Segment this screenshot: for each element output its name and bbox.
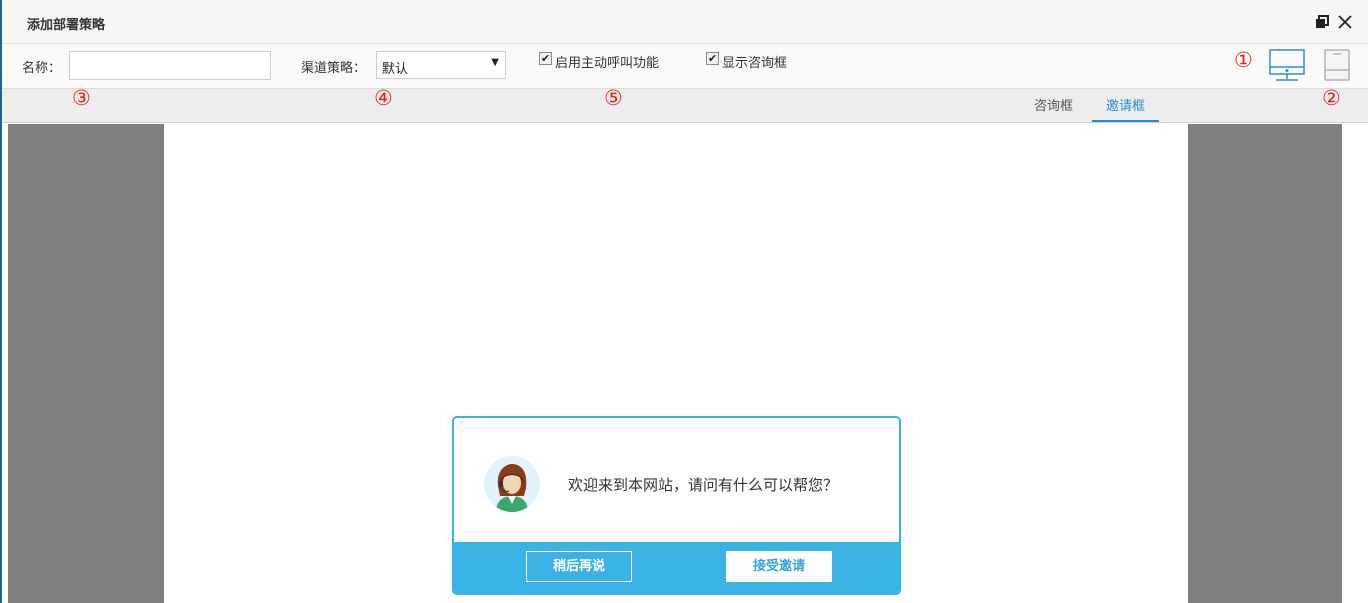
invite-message: 欢迎来到本网站，请问有什么可以帮您？ (568, 476, 839, 494)
window-title: 添加部署策略 (27, 18, 106, 33)
invite-dialog: 欢迎来到本网站，请问有什么可以帮您？ 稍后再说 接受邀请 (452, 416, 901, 595)
dropdown-arrow-icon: ▼ (491, 57, 499, 68)
preview-page: 欢迎来到本网站，请问有什么可以帮您？ 稍后再说 接受邀请 (164, 124, 1188, 603)
preview-area: 欢迎来到本网站，请问有什么可以帮您？ 稍后再说 接受邀请 (8, 124, 1342, 603)
marker-3: ③ (72, 86, 91, 110)
later-button[interactable]: 稍后再说 (526, 551, 632, 582)
marker-1: ① (1234, 48, 1253, 72)
invite-dialog-footer: 稍后再说 接受邀请 (454, 542, 899, 593)
channel-label: 渠道策略： (301, 61, 367, 76)
name-label: 名称： (22, 61, 62, 76)
marker-4: ④ (374, 86, 393, 110)
proactive-label: 启用主动呼叫功能 (555, 56, 660, 71)
mobile-icon[interactable] (1322, 48, 1352, 86)
toolbar: 名称： 渠道策略： 默认 ▼ ✔ 启用主动呼叫功能 ✔ 显示咨询框 ① (2, 44, 1368, 89)
proactive-checkbox[interactable]: ✔ (539, 52, 552, 65)
title-bar: 添加部署策略 (2, 0, 1368, 44)
preview-right-margin (1342, 124, 1368, 603)
tab-invite[interactable]: 邀请框 (1092, 95, 1160, 122)
agent-avatar (484, 456, 540, 512)
preview-tabs-bar: ③ ④ ⑤ 咨询框 邀请框 ② (2, 86, 1368, 123)
marker-5: ⑤ (604, 86, 623, 110)
tab-consult[interactable]: 咨询框 (1020, 95, 1087, 120)
marker-2: ② (1322, 86, 1341, 110)
show-consult-checkbox[interactable]: ✔ (706, 52, 719, 65)
channel-select-value: 默认 (382, 62, 409, 77)
close-icon[interactable] (1335, 12, 1355, 32)
desktop-icon[interactable] (1268, 48, 1306, 86)
accept-invite-button[interactable]: 接受邀请 (726, 551, 832, 582)
channel-select[interactable]: 默认 ▼ (376, 51, 506, 79)
restore-window-icon[interactable] (1312, 12, 1332, 32)
show-consult-label: 显示咨询框 (722, 56, 788, 71)
name-input[interactable] (69, 51, 271, 80)
